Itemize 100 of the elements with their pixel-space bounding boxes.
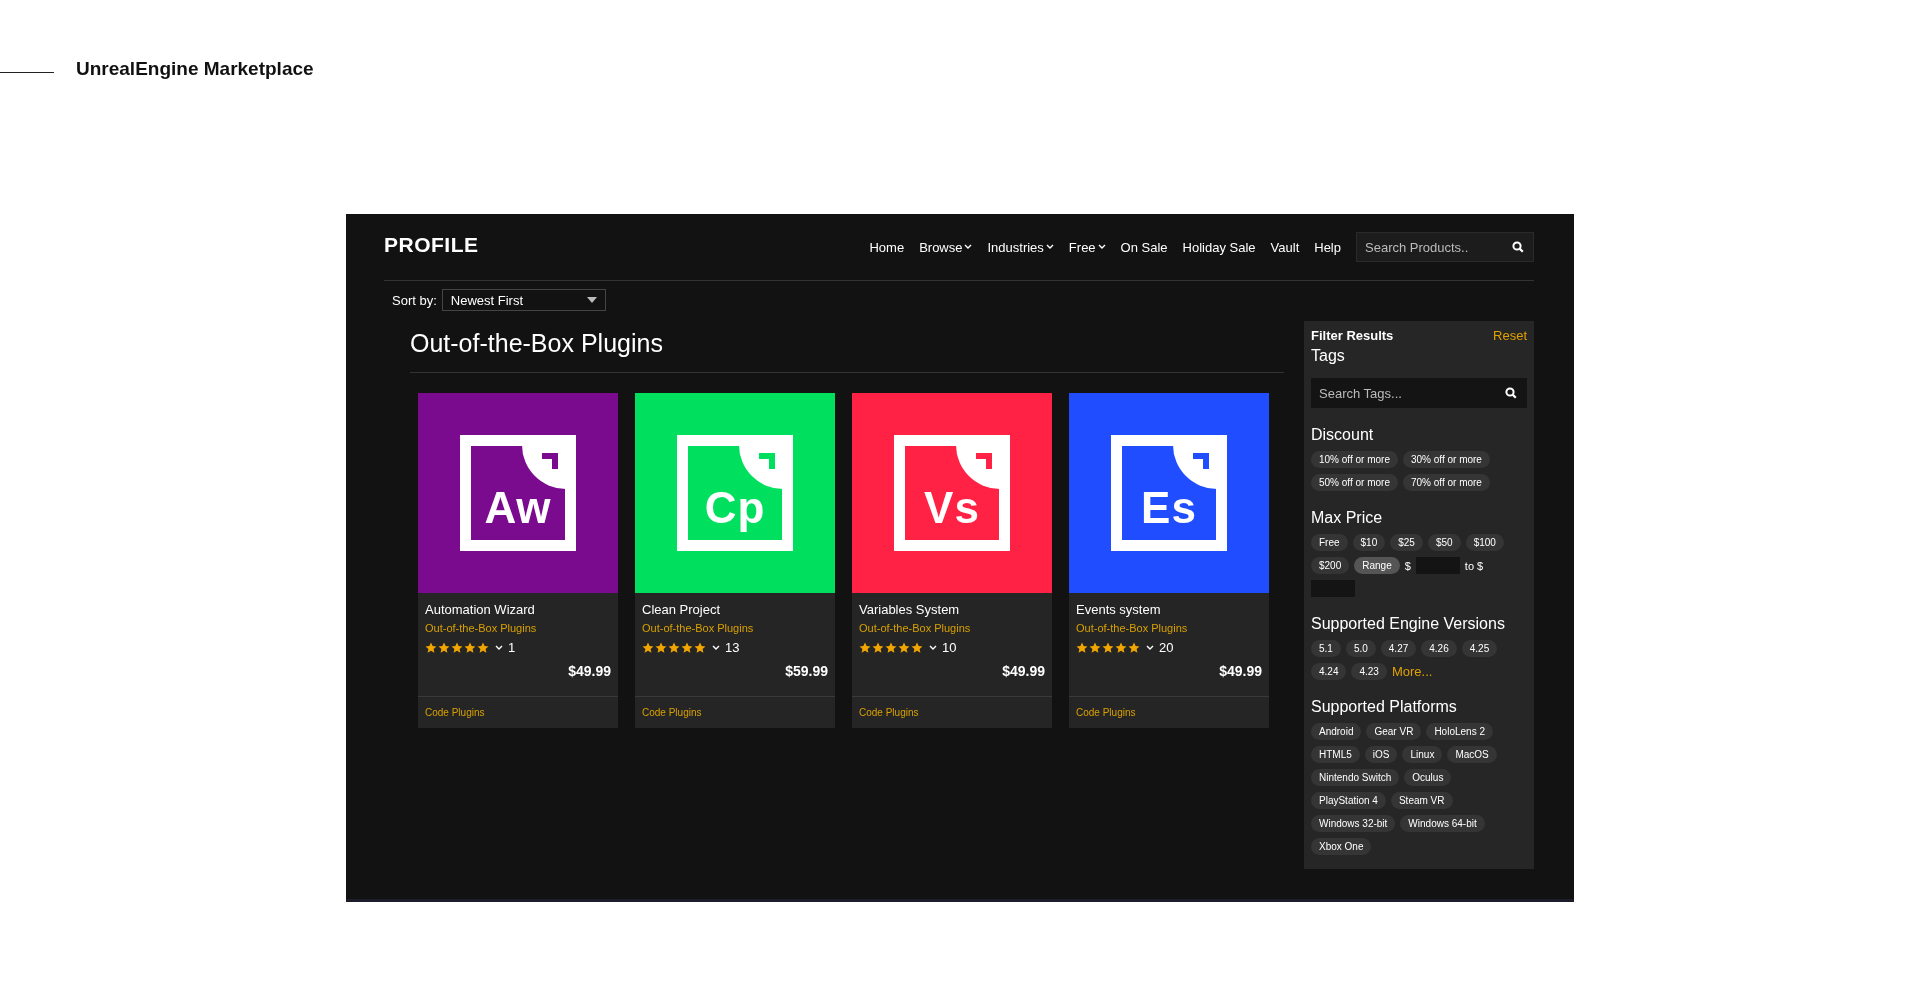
section-heading: Supported Engine Versions: [1311, 615, 1506, 633]
category-link[interactable]: Out-of-the-Box Plugins: [1076, 622, 1188, 634]
plugin-logo: Cp: [677, 435, 793, 551]
tag-link[interactable]: Code Plugins: [852, 697, 926, 728]
category-title: Out-of-the-Box Plugins: [410, 329, 1284, 373]
star-icon: [1115, 641, 1127, 654]
star-icon: [1102, 641, 1114, 654]
filter-chip[interactable]: $25: [1390, 534, 1423, 551]
nav-link[interactable]: Free: [1068, 239, 1106, 255]
search-icon[interactable]: [1512, 241, 1524, 253]
filter-chip[interactable]: 4.23: [1351, 663, 1387, 680]
tag-link[interactable]: Code Plugins: [1069, 697, 1143, 728]
product-price: $59.99: [785, 663, 828, 679]
reset-link[interactable]: Reset: [1493, 328, 1527, 343]
filter-chip[interactable]: 30% off or more: [1402, 451, 1490, 468]
filter-chip[interactable]: PlayStation 4: [1311, 792, 1386, 809]
product-name[interactable]: Automation Wizard: [425, 602, 611, 617]
category-link[interactable]: Out-of-the-Box Plugins: [642, 622, 754, 634]
product-price: $49.99: [1002, 663, 1045, 679]
filter-chip[interactable]: Free: [1311, 534, 1348, 551]
filter-chip[interactable]: Xbox One: [1311, 838, 1372, 855]
caret-icon: [586, 297, 597, 303]
corner-fold-icon: [739, 445, 783, 489]
star-icon: [681, 641, 693, 654]
filter-chip[interactable]: 5.1: [1311, 640, 1341, 657]
filter-chip[interactable]: 4.27: [1380, 640, 1417, 657]
product-card[interactable]: Es Events system Out-of-the-Box Plugins 20 $49.99 Code Plugins: [1069, 393, 1269, 728]
corner-fold-icon: [522, 445, 566, 489]
star-icon: [694, 641, 706, 654]
plugin-logo: Es: [1111, 435, 1227, 551]
filter-chip[interactable]: Android: [1311, 723, 1362, 740]
product-price: $49.99: [568, 663, 611, 679]
filter-chip[interactable]: HTML5: [1311, 746, 1360, 763]
filter-chip[interactable]: $10: [1352, 534, 1386, 551]
product-name[interactable]: Events system: [1076, 602, 1262, 617]
search-icon[interactable]: [1505, 387, 1517, 399]
filter-chip[interactable]: Linux: [1402, 746, 1443, 763]
more-link[interactable]: More...: [1391, 664, 1433, 679]
section-heading: Supported Platforms: [1311, 698, 1458, 716]
star-icon: [451, 641, 463, 654]
product-name[interactable]: Clean Project: [642, 602, 828, 617]
chevron-down-icon: [929, 644, 937, 651]
page-title: UnrealEngine Marketplace: [76, 58, 314, 80]
filter-chip[interactable]: HoloLens 2: [1426, 723, 1493, 740]
star-icon: [872, 641, 884, 654]
filter-chip[interactable]: Windows 32-bit: [1311, 815, 1396, 832]
product-card[interactable]: Vs Variables System Out-of-the-Box Plugins 10 $49.99 Code Plugins: [852, 393, 1052, 728]
filter-title: Filter Results: [1311, 328, 1394, 343]
nav-link[interactable]: Industries: [987, 239, 1054, 255]
section-heading: Discount: [1311, 426, 1375, 444]
filter-chip[interactable]: $50: [1427, 534, 1461, 551]
filter-chip[interactable]: 4.24: [1311, 663, 1347, 680]
star-icon: [1076, 641, 1088, 654]
chevron-down-icon: [712, 644, 720, 651]
filter-chip[interactable]: 5.0: [1345, 640, 1376, 657]
filter-chip[interactable]: 50% off or more: [1311, 474, 1398, 491]
filter-chip[interactable]: Oculus: [1404, 769, 1452, 786]
star-icon: [425, 641, 437, 654]
star-icon: [464, 641, 476, 654]
product-price: $49.99: [1219, 663, 1262, 679]
product-card[interactable]: Cp Clean Project Out-of-the-Box Plugins 13 $59.99 Code Plugins: [635, 393, 835, 728]
category-link[interactable]: Out-of-the-Box Plugins: [859, 622, 971, 634]
nav-link[interactable]: Home: [869, 239, 905, 255]
product-card[interactable]: Aw Automation Wizard Out-of-the-Box Plugins 1 $49.99 Code Plugins: [418, 393, 618, 728]
nav-link[interactable]: Holiday Sale: [1182, 239, 1256, 255]
filter-chip[interactable]: MacOS: [1447, 746, 1497, 763]
nav-link[interactable]: Help: [1314, 239, 1341, 255]
nav-link[interactable]: On Sale: [1120, 239, 1168, 255]
tag-link[interactable]: Code Plugins: [418, 697, 492, 728]
star-icon: [642, 641, 654, 654]
filter-chip[interactable]: $100: [1465, 534, 1504, 551]
plugin-logo: Aw: [460, 435, 576, 551]
rating-count: 20: [1159, 640, 1174, 655]
filter-chip[interactable]: Nintendo Switch: [1311, 769, 1400, 786]
tag-link[interactable]: Code Plugins: [635, 697, 709, 728]
nav-link[interactable]: Browse: [919, 239, 973, 255]
range-chip[interactable]: Range: [1354, 557, 1400, 574]
filter-chip[interactable]: $200: [1311, 557, 1350, 574]
category-link[interactable]: Out-of-the-Box Plugins: [425, 622, 537, 634]
sort-dropdown[interactable]: Newest First: [441, 289, 606, 311]
rating-count: 10: [942, 640, 957, 655]
chevron-down-icon: [1146, 644, 1154, 651]
filter-chip[interactable]: 10% off or more: [1311, 451, 1398, 468]
tag-search-field[interactable]: Search Tags...: [1311, 378, 1527, 408]
star-icon: [859, 641, 871, 654]
product-name[interactable]: Variables System: [859, 602, 1045, 617]
nav-link[interactable]: Vault: [1270, 239, 1300, 255]
filter-chip[interactable]: Gear VR: [1366, 723, 1422, 740]
section-heading: Max Price: [1311, 509, 1384, 527]
star-icon: [911, 641, 923, 654]
filter-chip[interactable]: Windows 64-bit: [1400, 815, 1485, 832]
chevron-down-icon: [495, 644, 503, 651]
site-logo[interactable]: PROFILE: [384, 233, 479, 257]
star-icon: [1128, 641, 1140, 654]
filter-chip[interactable]: Steam VR: [1390, 792, 1453, 809]
filter-chip[interactable]: iOS: [1364, 746, 1398, 763]
filter-chip[interactable]: 70% off or more: [1402, 474, 1490, 491]
filter-chip[interactable]: 4.25: [1461, 640, 1498, 657]
search-field[interactable]: Search Products..: [1356, 232, 1534, 262]
filter-chip[interactable]: 4.26: [1421, 640, 1457, 657]
